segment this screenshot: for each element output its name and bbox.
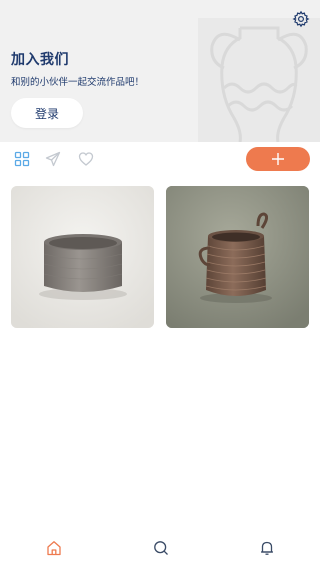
login-button[interactable]: 登录 [11,98,83,128]
grey-pot-image [11,186,154,328]
search-icon[interactable] [153,540,169,556]
home-icon[interactable] [46,540,62,556]
add-work-button[interactable] [246,147,310,171]
plus-icon [272,153,284,165]
bell-icon[interactable] [259,540,275,556]
gear-icon[interactable] [292,10,310,28]
profile-header: 加入我们 和别的小伙伴一起交流作品吧！ 登录 [0,0,320,142]
heart-icon[interactable] [78,151,94,167]
grid-icon[interactable] [14,151,30,167]
send-icon[interactable] [45,151,61,167]
works-toolbar [0,142,320,176]
join-title: 加入我们 [11,52,69,68]
brown-basket-pot-image [166,186,309,328]
work-card[interactable] [11,186,154,328]
bottom-nav [0,528,320,568]
join-subtitle: 和别的小伙伴一起交流作品吧！ [11,77,145,88]
work-card[interactable] [166,186,309,328]
vase-decoration-icon [198,18,320,142]
